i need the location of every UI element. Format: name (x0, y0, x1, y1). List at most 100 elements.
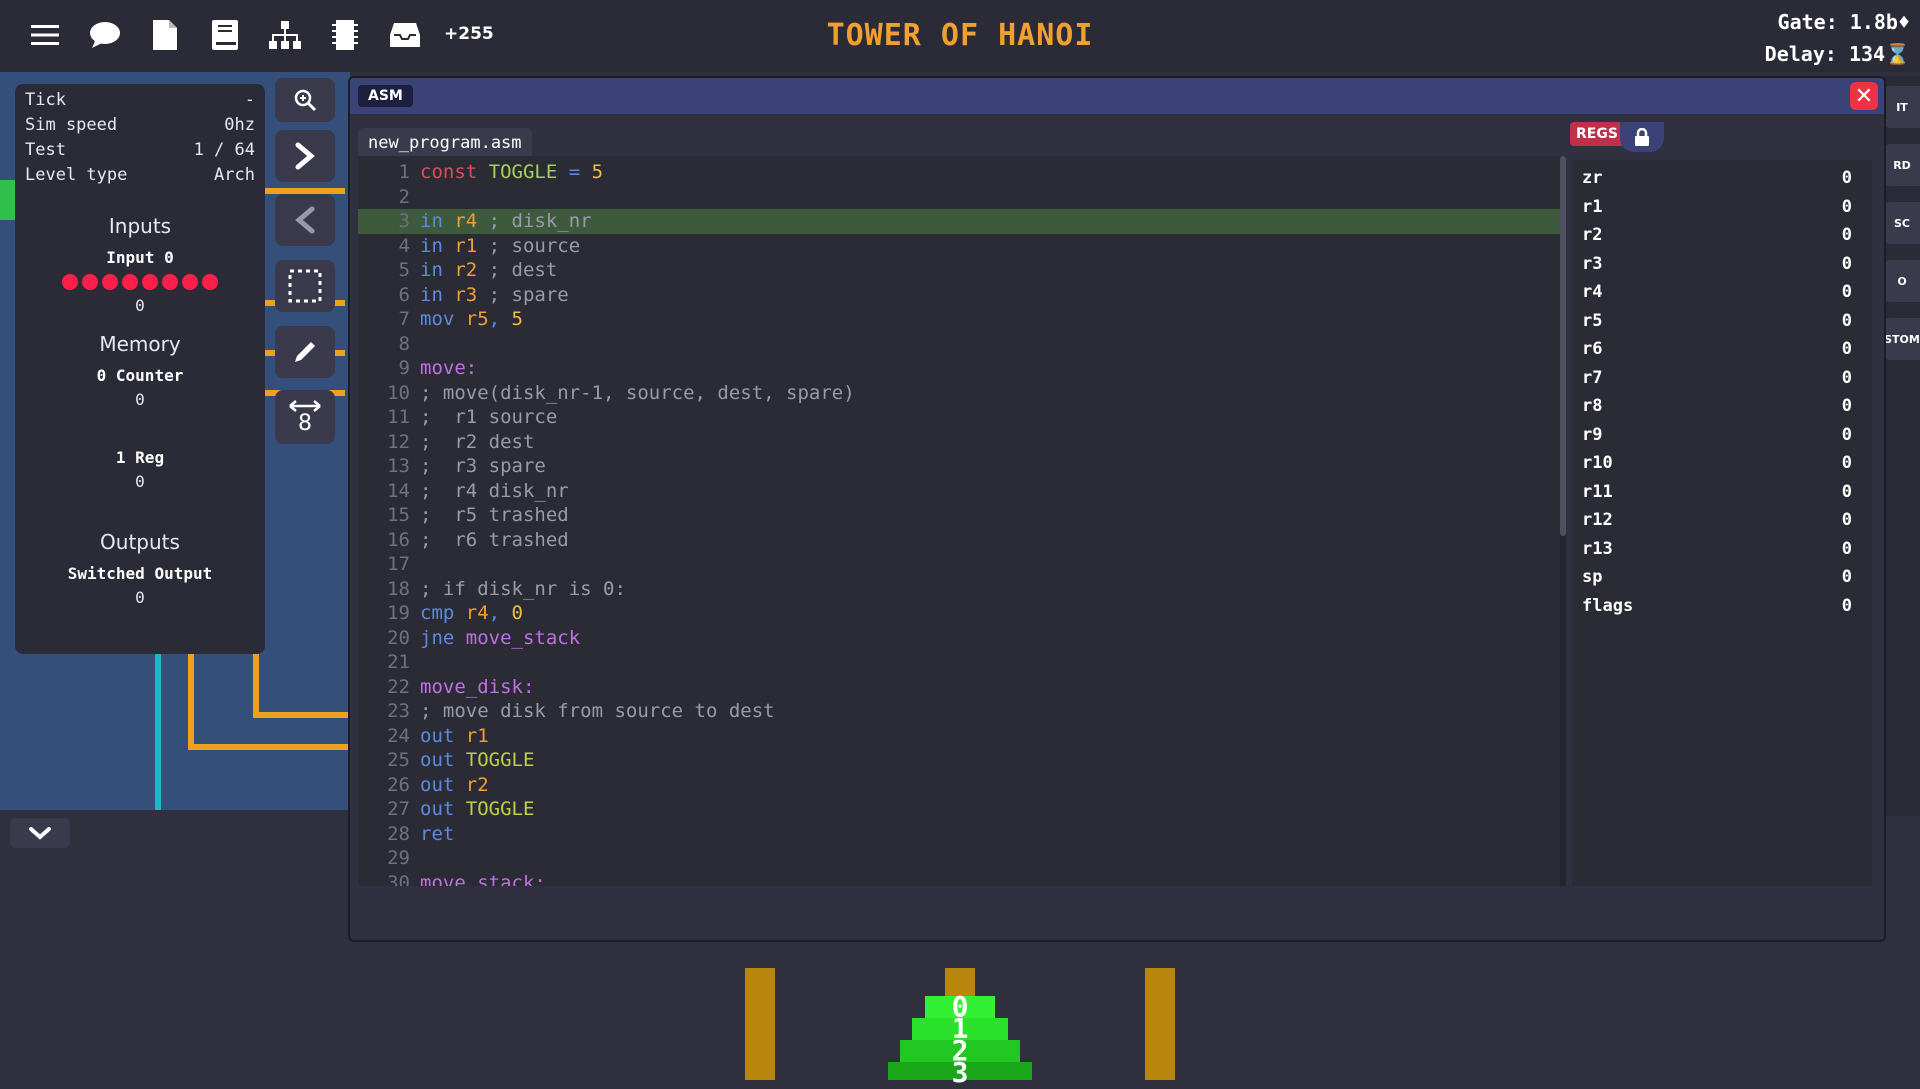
code-line[interactable]: 9 move: (358, 356, 1564, 381)
outputs-title: Outputs (100, 530, 180, 554)
code-token: ; move disk from source to dest (420, 700, 775, 722)
close-icon[interactable]: ✕ (1850, 82, 1878, 110)
register-name: r8 (1582, 396, 1603, 416)
asm-window-header[interactable]: ASM ✕ (350, 78, 1884, 114)
register-row: r7 0 (1582, 368, 1852, 396)
code-line[interactable]: 6 in r3 ; spare (358, 283, 1564, 308)
line-number: 7 (398, 308, 410, 330)
register-value: 0 (1841, 225, 1852, 245)
code-line[interactable]: 8 (358, 332, 1564, 357)
select-tool-button[interactable] (275, 260, 335, 312)
code-line[interactable]: 19 cmp r4, 0 (358, 601, 1564, 626)
next-button[interactable] (275, 130, 335, 182)
code-token: r4 (454, 210, 489, 232)
test-row: Test 1 / 64 (25, 140, 255, 164)
code-line[interactable]: 13 ; r3 spare (358, 454, 1564, 479)
zoom-button[interactable] (275, 78, 335, 122)
input-bits[interactable] (15, 274, 265, 290)
code-line[interactable]: 10 ; move(disk_nr-1, source, dest, spare) (358, 381, 1564, 406)
line-number: 16 (387, 528, 410, 551)
line-number: 4 (398, 234, 410, 257)
input-bit[interactable] (202, 274, 218, 290)
code-line[interactable]: 22 move_disk: (358, 675, 1564, 700)
side-tab[interactable]: O (1884, 260, 1920, 302)
register-row: sp 0 (1582, 567, 1852, 595)
code-line[interactable]: 18 ; if disk_nr is 0: (358, 577, 1564, 602)
side-tab[interactable]: RD (1884, 144, 1920, 186)
input-bit[interactable] (82, 274, 98, 290)
code-line[interactable]: 21 (358, 650, 1564, 675)
code-line[interactable]: 14 ; r4 disk_nr (358, 479, 1564, 504)
scrollbar-thumb[interactable] (1560, 156, 1566, 536)
code-line[interactable]: 3 in r4 ; disk_nr (358, 209, 1564, 234)
line-number: 21 (387, 651, 410, 673)
code-line[interactable]: 20 jne move_stack (358, 626, 1564, 651)
code-line[interactable]: 29 (358, 846, 1564, 871)
code-line[interactable]: 12 ; r2 dest (358, 430, 1564, 455)
line-number: 11 (387, 406, 410, 428)
input-bit[interactable] (142, 274, 158, 290)
input-bit[interactable] (182, 274, 198, 290)
side-tab[interactable]: SC (1884, 202, 1920, 244)
code-editor[interactable]: 1 const TOGGLE = 5 2 3 in r4 ; disk_nr 4 in r1… (358, 156, 1564, 886)
code-token: mov (420, 308, 466, 330)
wire-width-button[interactable]: 8 (275, 390, 335, 444)
wire-width-value: 8 (298, 411, 312, 436)
code-line[interactable]: 15 ; r5 trashed (358, 503, 1564, 528)
code-line[interactable]: 7 mov r5, 5 (358, 307, 1564, 332)
switched-output-value: 0 (135, 588, 145, 607)
sim-speed-value: 0hz (224, 115, 255, 135)
register-name: r10 (1582, 453, 1613, 473)
reg-label: 1 Reg (115, 448, 165, 467)
register-row: r11 0 (1582, 482, 1852, 510)
code-line[interactable]: 2 (358, 185, 1564, 210)
lock-button[interactable] (1620, 122, 1664, 152)
register-value: 0 (1841, 510, 1852, 530)
switched-output-label: Switched Output (67, 564, 213, 583)
collapse-panel-button[interactable] (10, 818, 70, 848)
register-value: 0 (1841, 282, 1852, 302)
code-line[interactable]: 24 out r1 (358, 724, 1564, 749)
code-token: TOGGLE (465, 749, 535, 771)
code-line[interactable]: 27 out TOGGLE (358, 797, 1564, 822)
register-name: zr (1582, 168, 1603, 188)
reg-value: 0 (135, 472, 145, 491)
code-line[interactable]: 11 ; r1 source (358, 405, 1564, 430)
code-token: move_stack (465, 626, 581, 649)
hourglass-icon: ⌛ (1885, 42, 1910, 66)
code-line[interactable]: 25 out TOGGLE (358, 748, 1564, 773)
code-line[interactable]: 30 move_stack: (358, 871, 1564, 887)
code-line[interactable]: 4 in r1 ; source (358, 234, 1564, 259)
input-bit[interactable] (62, 274, 78, 290)
editor-scrollbar[interactable] (1560, 156, 1566, 886)
line-number: 19 (387, 602, 410, 624)
top-toolbar: +255 TOWER OF HANOI Gate: 1.8b♦ Delay: 1… (0, 0, 1920, 72)
register-name: r12 (1582, 510, 1613, 530)
prev-button[interactable] (275, 194, 335, 246)
side-tab[interactable]: STOM (1884, 318, 1920, 360)
register-name: r6 (1582, 339, 1603, 359)
register-value: 0 (1841, 253, 1852, 274)
code-line[interactable]: 26 out r2 (358, 773, 1564, 798)
input-bit[interactable] (102, 274, 118, 290)
side-tab[interactable]: IT (1884, 86, 1920, 128)
pencil-tool-button[interactable] (275, 326, 335, 378)
code-token: ; move(disk_nr-1, source, dest, spare) (420, 381, 855, 404)
line-number: 25 (387, 749, 410, 771)
code-line[interactable]: 1 const TOGGLE = 5 (358, 160, 1564, 185)
file-tab[interactable]: new_program.asm (358, 128, 532, 158)
line-number: 29 (387, 847, 410, 869)
code-line[interactable]: 16 ; r6 trashed (358, 528, 1564, 553)
code-line[interactable]: 28 ret (358, 822, 1564, 847)
input-bit[interactable] (162, 274, 178, 290)
code-line[interactable]: 5 in r2 ; dest (358, 258, 1564, 283)
line-number: 8 (398, 332, 410, 355)
code-token: ; r2 dest (420, 430, 535, 453)
code-line[interactable]: 17 (358, 552, 1564, 577)
regs-badge[interactable]: REGS (1570, 122, 1624, 146)
register-name: r7 (1582, 367, 1603, 388)
input-bit[interactable] (122, 274, 138, 290)
code-line[interactable]: 23 ; move disk from source to dest (358, 699, 1564, 724)
memory-title: Memory (99, 332, 181, 356)
register-name: r5 (1582, 310, 1603, 331)
